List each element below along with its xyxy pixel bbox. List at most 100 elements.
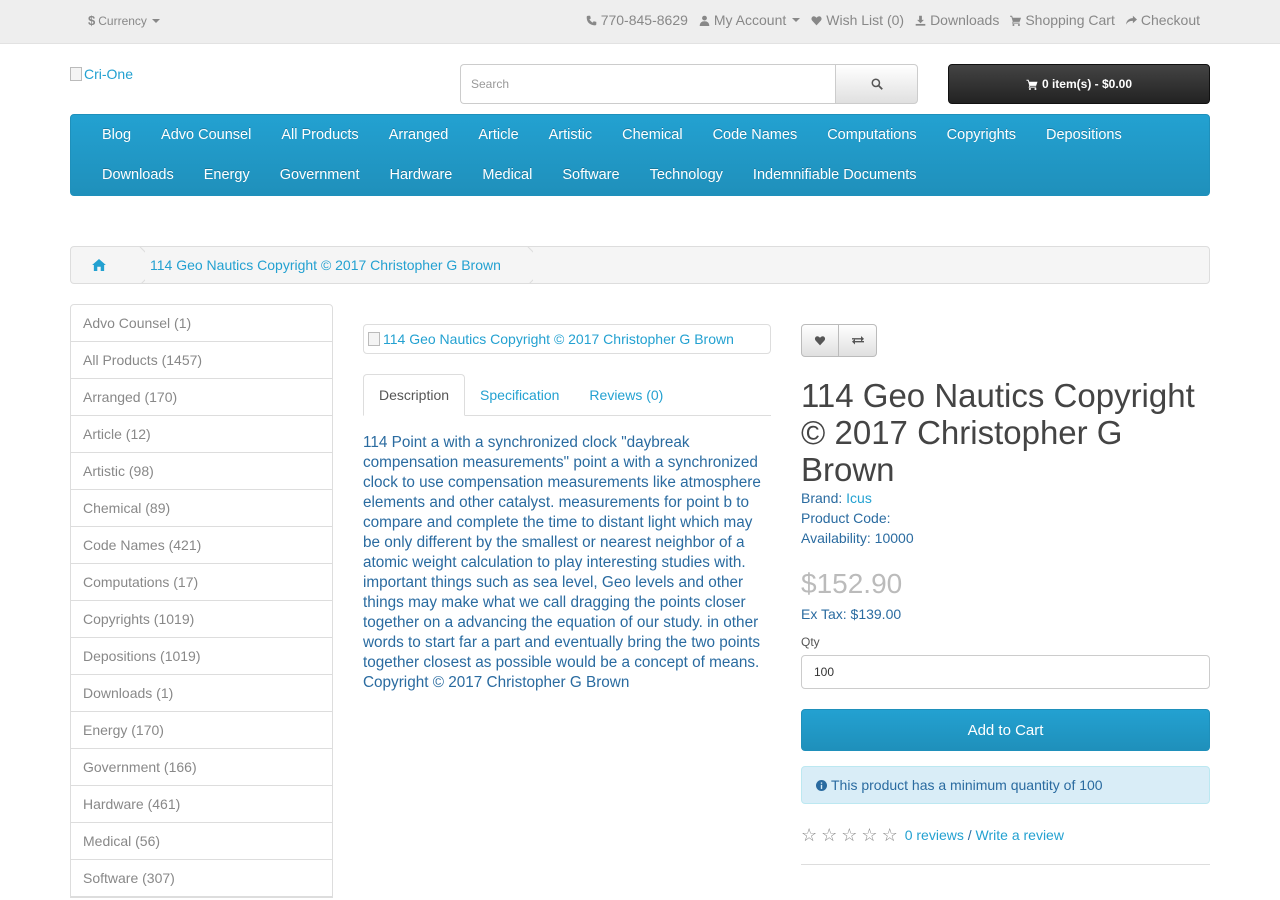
sidebar-item-medical[interactable]: Medical (56) — [71, 823, 332, 860]
compare-button[interactable] — [839, 324, 877, 357]
breadcrumb-separator — [515, 247, 533, 283]
sidebar-item-copyrights[interactable]: Copyrights (1019) — [71, 601, 332, 638]
heart-icon — [814, 336, 826, 346]
breadcrumb-separator — [127, 247, 145, 283]
sidebar-item-depositions[interactable]: Depositions (1019) — [71, 638, 332, 675]
cart-button[interactable]: 0 item(s) - $0.00 — [948, 64, 1210, 104]
qty-label: Qty — [801, 635, 820, 649]
menu-item-article[interactable]: Article — [463, 127, 533, 143]
logo[interactable]: Cri-One — [70, 66, 133, 82]
sidebar-item-article[interactable]: Article (12) — [71, 416, 332, 453]
write-review-link[interactable]: Write a review — [976, 827, 1064, 843]
broken-image-icon — [368, 332, 380, 346]
header: Cri-One 0 item(s) - $0.00 — [70, 44, 1210, 114]
tab-description[interactable]: Description — [363, 374, 466, 416]
search-icon — [871, 78, 883, 90]
product-image[interactable]: 114 Geo Nautics Copyright © 2017 Christo… — [363, 324, 771, 354]
menu-item-chemical[interactable]: Chemical — [607, 127, 697, 143]
menu-item-copyrights[interactable]: Copyrights — [932, 127, 1031, 143]
main-menu: Blog Advo Counsel All Products Arranged … — [70, 114, 1210, 196]
divider — [801, 864, 1210, 865]
menu-item-energy[interactable]: Energy — [189, 167, 265, 183]
min-quantity-alert: This product has a minimum quantity of 1… — [801, 766, 1210, 804]
menu-item-hardware[interactable]: Hardware — [375, 167, 468, 183]
menu-item-artistic[interactable]: Artistic — [534, 127, 608, 143]
menu-item-code-names[interactable]: Code Names — [698, 127, 813, 143]
menu-item-all-products[interactable]: All Products — [266, 127, 373, 143]
sidebar-item-chemical[interactable]: Chemical (89) — [71, 490, 332, 527]
star-empty-icon: ☆ — [841, 825, 858, 845]
checkout-link[interactable]: Checkout — [1125, 12, 1200, 28]
downloads-link[interactable]: Downloads — [915, 12, 999, 28]
menu-item-technology[interactable]: Technology — [635, 167, 738, 183]
sidebar-item-advo-counsel[interactable]: Advo Counsel (1) — [71, 305, 332, 342]
sidebar-item-all-products[interactable]: All Products (1457) — [71, 342, 332, 379]
sidebar-item-artistic[interactable]: Artistic (98) — [71, 453, 332, 490]
phone-link[interactable]: 770-845-8629 — [586, 12, 688, 28]
menu-item-depositions[interactable]: Depositions — [1031, 127, 1137, 143]
review-links: 0 reviews / Write a review — [905, 827, 1064, 843]
share-icon — [1125, 15, 1137, 25]
product-description: 114 Point a with a synchronized clock "d… — [363, 434, 761, 691]
my-account-dropdown[interactable]: My Account — [699, 12, 801, 28]
search-button[interactable] — [835, 64, 918, 104]
shopping-cart-label: Shopping Cart — [1025, 12, 1115, 28]
add-to-cart-button[interactable]: Add to Cart — [801, 709, 1210, 751]
sidebar-item-code-names[interactable]: Code Names (421) — [71, 527, 332, 564]
sidebar-item-government[interactable]: Government (166) — [71, 749, 332, 786]
user-icon — [699, 15, 710, 26]
caret-down-icon — [792, 18, 801, 22]
currency-symbol: $ — [88, 13, 96, 28]
menu-item-downloads[interactable]: Downloads — [87, 167, 189, 183]
star-empty-icon: ☆ — [821, 825, 838, 845]
cart-icon — [1026, 79, 1038, 90]
sidebar-item-energy[interactable]: Energy (170) — [71, 712, 332, 749]
tab-reviews[interactable]: Reviews (0) — [574, 374, 678, 416]
reviews-count-link[interactable]: 0 reviews — [905, 827, 964, 843]
add-to-wishlist-button[interactable] — [801, 324, 839, 357]
breadcrumb-home[interactable] — [71, 247, 127, 283]
menu-item-computations[interactable]: Computations — [812, 127, 931, 143]
phone-icon — [586, 15, 597, 25]
logo-alt-text: Cri-One — [84, 66, 134, 82]
menu-item-indemnifiable-documents[interactable]: Indemnifiable Documents — [738, 167, 932, 183]
menu-item-arranged[interactable]: Arranged — [374, 127, 464, 143]
ex-tax-price: Ex Tax: $139.00 — [801, 606, 902, 622]
breadcrumb-current[interactable]: 114 Geo Nautics Copyright © 2017 Christo… — [145, 257, 515, 273]
tab-specification[interactable]: Specification — [465, 374, 574, 416]
breadcrumb: 114 Geo Nautics Copyright © 2017 Christo… — [70, 246, 1210, 284]
qty-input[interactable] — [801, 655, 1210, 689]
menu-item-government[interactable]: Government — [265, 167, 375, 183]
currency-dropdown[interactable]: $ Currency — [88, 13, 160, 28]
rating-row: ☆ ☆ ☆ ☆ ☆ 0 reviews / Write a review — [801, 826, 1210, 844]
search-group — [460, 64, 918, 104]
wishlist-link[interactable]: Wish List (0) — [811, 12, 904, 28]
downloads-label: Downloads — [930, 12, 1000, 28]
top-links: 770-845-8629 My Account Wish List (0) Do… — [586, 12, 1200, 28]
brand-label: Brand: — [801, 490, 843, 506]
menu-item-blog[interactable]: Blog — [87, 127, 146, 143]
product-image-alt: 114 Geo Nautics Copyright © 2017 Christo… — [383, 331, 734, 347]
menu-item-software[interactable]: Software — [547, 167, 634, 183]
sidebar-item-computations[interactable]: Computations (17) — [71, 564, 332, 601]
caret-down-icon — [151, 18, 160, 23]
shopping-cart-link[interactable]: Shopping Cart — [1010, 12, 1115, 28]
menu-item-advo-counsel[interactable]: Advo Counsel — [146, 127, 266, 143]
sidebar-item-downloads[interactable]: Downloads (1) — [71, 675, 332, 712]
availability-line: Availability: 10000 — [801, 528, 1210, 548]
product-brand-line: Brand: Icus — [801, 488, 1210, 508]
heart-icon — [811, 15, 822, 25]
availability-label: Availability: — [801, 530, 871, 546]
brand-link[interactable]: Icus — [846, 490, 872, 506]
product-price: $152.90 — [801, 568, 903, 599]
broken-image-icon — [70, 67, 82, 81]
phone-number: 770-845-8629 — [600, 12, 688, 28]
search-input[interactable] — [460, 64, 835, 104]
home-icon — [92, 259, 106, 271]
menu-item-medical[interactable]: Medical — [467, 167, 547, 183]
product-image-column: 114 Geo Nautics Copyright © 2017 Christo… — [363, 324, 771, 693]
sidebar-item-hardware[interactable]: Hardware (461) — [71, 786, 332, 823]
sidebar-item-software[interactable]: Software (307) — [71, 860, 332, 897]
sidebar-item-arranged[interactable]: Arranged (170) — [71, 379, 332, 416]
wishlist-label: Wish List (0) — [826, 12, 905, 28]
